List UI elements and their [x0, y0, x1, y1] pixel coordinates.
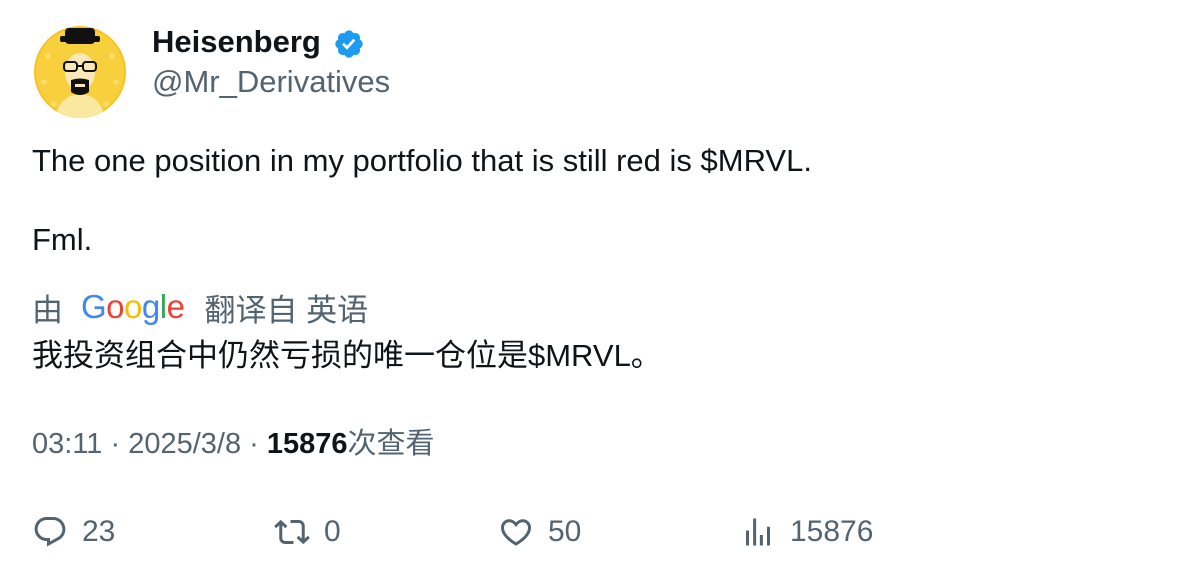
verified-badge-icon — [335, 30, 363, 58]
google-logo[interactable]: Google — [81, 288, 185, 326]
reply-button[interactable]: 23 — [32, 508, 115, 556]
views-chart-icon — [746, 518, 770, 546]
retweet-button[interactable]: 0 — [274, 508, 341, 556]
like-count: 50 — [548, 515, 582, 548]
tweet-meta: 03:11 · 2025/3/8 · 15876次查看 — [32, 424, 435, 464]
retweet-icon — [274, 519, 310, 545]
tweet-text-line-2: Fml. — [32, 222, 93, 257]
tweet-text-line-1: The one position in my portfolio that is… — [32, 143, 812, 178]
translation-attribution: 由 Google 翻译自 英语 — [32, 285, 368, 330]
meta-separator: · — [249, 428, 267, 460]
views-button[interactable]: 15876 — [740, 508, 873, 556]
heisenberg-avatar-icon — [34, 26, 126, 118]
views-label: 次查看 — [347, 428, 435, 460]
reply-icon — [34, 517, 66, 547]
tweet-card: Heisenberg @Mr_Derivatives The one posit… — [0, 0, 1196, 578]
author-avatar[interactable] — [34, 26, 126, 118]
retweet-count: 0 — [324, 515, 341, 548]
heart-icon — [500, 519, 532, 546]
like-button[interactable]: 50 — [498, 508, 581, 556]
translated-by-label: 由 — [32, 292, 63, 328]
tweet-time[interactable]: 03:11 — [32, 428, 102, 460]
reply-count: 23 — [82, 515, 116, 548]
translated-from-label[interactable]: 翻译自 英语 — [204, 285, 368, 330]
translated-tweet-text: 我投资组合中仍然亏损的唯一仓位是$MRVL。 — [32, 338, 662, 373]
author-display-name[interactable]: Heisenberg — [152, 22, 321, 62]
author-handle[interactable]: @Mr_Derivatives — [152, 62, 390, 102]
views-count: 15876 — [266, 428, 348, 460]
views-action-count: 15876 — [790, 515, 874, 548]
tweet-date[interactable]: 2025/3/8 — [128, 428, 241, 460]
meta-separator: · — [110, 428, 129, 460]
